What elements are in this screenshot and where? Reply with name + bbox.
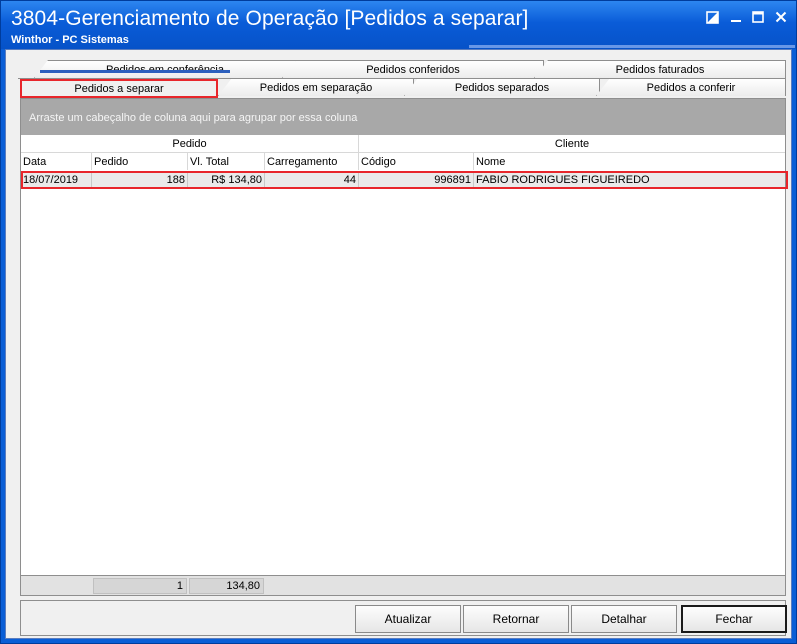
action-bar: Atualizar Retornar Detalhar Fechar [20, 600, 787, 636]
cell-carregamento[interactable]: 44 [264, 171, 358, 188]
column-header-vl-total[interactable]: Vl. Total [187, 153, 264, 170]
footer-total: 134,80 [189, 578, 264, 594]
cell-nome[interactable]: FABIO RODRIGUES FIGUEIREDO [473, 171, 785, 188]
group-by-hint: Arraste um cabeçalho de coluna aqui para… [29, 112, 358, 124]
band-cliente[interactable]: Cliente [358, 135, 785, 153]
close-icon[interactable] [772, 9, 790, 25]
atualizar-button[interactable]: Atualizar [355, 605, 461, 633]
tab-pedidos-em-conferencia[interactable]: Pedidos em conferência [34, 60, 296, 78]
maximize-icon[interactable] [749, 9, 767, 25]
tab-pedidos-separados[interactable]: Pedidos separados [404, 78, 600, 96]
title-accent-line [469, 45, 795, 48]
column-header-pedido[interactable]: Pedido [91, 153, 187, 170]
tab-pedidos-faturados[interactable]: Pedidos faturados [534, 60, 786, 78]
window-title: 3804-Gerenciamento de Operação [Pedidos … [11, 7, 529, 30]
app-window: 3804-Gerenciamento de Operação [Pedidos … [0, 0, 797, 644]
column-header-data[interactable]: Data [21, 153, 91, 170]
band-pedido[interactable]: Pedido [21, 135, 358, 153]
column-header-row: Data Pedido Vl. Total Carregamento Códig… [21, 153, 785, 170]
cell-vl-total[interactable]: R$ 134,80 [187, 171, 264, 188]
retornar-button[interactable]: Retornar [463, 605, 569, 633]
fechar-button[interactable]: Fechar [681, 605, 787, 633]
cell-codigo[interactable]: 996891 [358, 171, 473, 188]
group-by-area[interactable]: Arraste um cabeçalho de coluna aqui para… [21, 99, 785, 135]
band-header-row: Pedido Cliente [21, 135, 785, 153]
fechar-label: Fechar [715, 612, 753, 626]
atualizar-label: Atualizar [384, 612, 432, 626]
column-header-nome[interactable]: Nome [473, 153, 785, 170]
tab-pedidos-conferidos[interactable]: Pedidos conferidos [282, 60, 544, 78]
title-bar[interactable]: 3804-Gerenciamento de Operação [Pedidos … [1, 1, 796, 49]
window-subtitle: Winthor - PC Sistemas [11, 34, 129, 46]
minimize-icon[interactable] [727, 9, 745, 25]
column-header-codigo[interactable]: Código [358, 153, 473, 170]
cell-data[interactable]: 18/07/2019 [21, 171, 91, 188]
client-area: Pedidos em conferência Pedidos conferido… [5, 49, 792, 639]
cell-pedido[interactable]: 188 [91, 171, 187, 188]
column-header-carregamento[interactable]: Carregamento [264, 153, 358, 170]
detalhar-button[interactable]: Detalhar [571, 605, 677, 633]
grid-footer: 1 134,80 [21, 575, 785, 595]
tab-pedidos-em-separacao[interactable]: Pedidos em separação [218, 78, 414, 96]
tab-strip: Pedidos em conferência Pedidos conferido… [18, 60, 786, 100]
footer-count: 1 [93, 578, 187, 594]
tab-pedidos-a-conferir[interactable]: Pedidos a conferir [596, 78, 786, 96]
detalhar-label: Detalhar [601, 612, 647, 626]
restore-icon[interactable] [703, 9, 721, 25]
table-row[interactable]: 18/07/2019 188 R$ 134,80 44 996891 FABIO… [21, 171, 785, 188]
active-tab-indicator [40, 70, 230, 73]
tab-pedidos-a-separar[interactable]: Pedidos a separar [20, 79, 218, 98]
retornar-label: Retornar [492, 612, 540, 626]
orders-grid: Arraste um cabeçalho de coluna aqui para… [20, 98, 788, 596]
